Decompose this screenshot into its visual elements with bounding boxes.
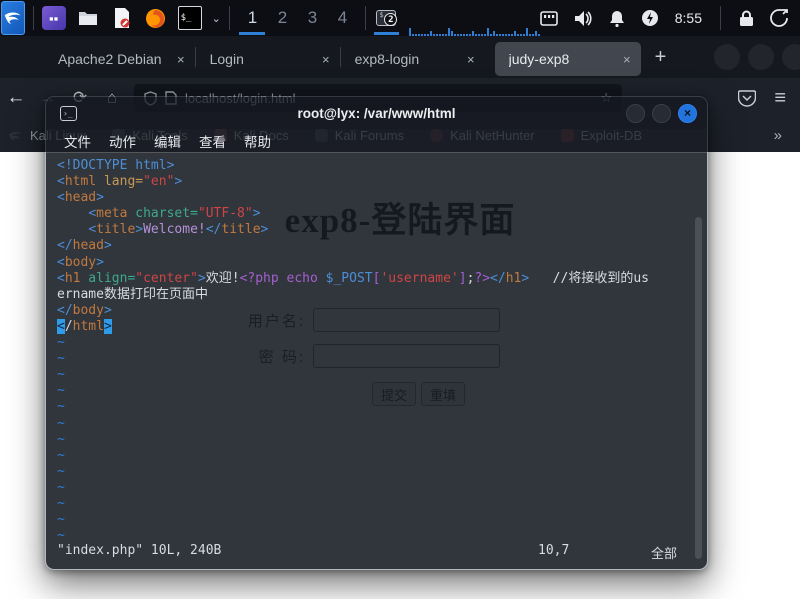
panel-separator — [33, 6, 34, 30]
logout-icon[interactable] — [770, 9, 788, 27]
notifications-bell-icon[interactable] — [609, 10, 625, 27]
terminal-code-line: <meta charset="UTF-8"> — [88, 206, 261, 222]
vim-file-info: "index.php" 10L, 240B — [57, 543, 222, 558]
window-control-circle[interactable] — [748, 44, 774, 70]
terminal-titlebar[interactable]: ›_ root@lyx: /var/www/html × — [46, 97, 707, 129]
tab-close-icon[interactable]: × — [177, 52, 185, 67]
browser-window-controls — [714, 44, 800, 70]
terminal-code-line: <html lang="en"> — [57, 174, 183, 190]
firefox-icon[interactable] — [144, 6, 168, 30]
terminal-scrollbar[interactable] — [695, 217, 702, 559]
kali-linux-favicon — [9, 131, 22, 142]
panel-separator — [720, 6, 721, 30]
bookmarks-overflow-chevron[interactable]: » — [774, 127, 800, 144]
tab-login[interactable]: Login × — [196, 42, 340, 76]
minimize-button[interactable] — [626, 103, 645, 123]
terminal-code-line: <body> — [57, 254, 104, 270]
volume-icon[interactable] — [574, 10, 593, 27]
vim-empty-line-tilde: ~ — [57, 495, 65, 511]
back-button[interactable]: ← — [0, 87, 32, 109]
network-icon[interactable] — [539, 10, 558, 26]
tab-apache2[interactable]: Apache2 Debian D × — [44, 42, 195, 76]
vim-buffer: <!DOCTYPE html> <html lang="en"> <head> <m… — [57, 158, 707, 544]
tab-label: Login — [209, 51, 244, 67]
tab-close-icon[interactable]: × — [322, 52, 330, 67]
panel-separator — [365, 6, 367, 30]
terminal-window[interactable]: ›_ root@lyx: /var/www/html × 文件 动作 编辑 查看… — [45, 96, 708, 570]
maximize-button[interactable] — [652, 103, 671, 123]
vim-empty-line-tilde: ~ — [57, 367, 65, 383]
whisker-app-icon[interactable]: ▪▪ — [41, 6, 66, 30]
window-control-circle[interactable] — [782, 44, 800, 70]
terminal-menubar: 文件 动作 编辑 查看 帮助 — [46, 129, 707, 153]
workspace-4[interactable]: 4 — [327, 3, 357, 33]
file-manager-icon[interactable] — [76, 6, 100, 30]
vim-empty-line-tilde: ~ — [57, 479, 65, 495]
text-editor-icon[interactable] — [110, 6, 134, 30]
window-control-circle[interactable] — [714, 44, 740, 70]
close-button[interactable]: × — [678, 103, 697, 123]
workspace-switcher: 1 2 3 4 — [237, 3, 357, 35]
vim-empty-line-tilde: ~ — [57, 431, 65, 447]
tab-label: exp8-login — [354, 51, 420, 67]
desktop-panel: ▪▪ $_ ⌄ 1 2 3 4 $2 8:55 — [0, 0, 800, 36]
vim-statusline: "index.php" 10L, 240B 10,7 全部 — [57, 543, 687, 562]
terminal-code-line: <h1 align="center">欢迎!<?php echo $_POST[… — [57, 270, 649, 286]
kali-menu-button[interactable] — [1, 1, 25, 35]
menu-edit[interactable]: 编辑 — [151, 131, 184, 151]
vim-cursor-position: 10,7 — [538, 543, 570, 558]
menu-view[interactable]: 查看 — [196, 131, 229, 151]
vim-empty-line-tilde: ~ — [57, 528, 65, 544]
terminal-code-line: </head> — [57, 238, 112, 254]
terminal-title: root@lyx: /var/www/html — [297, 105, 456, 121]
clock[interactable]: 8:55 — [675, 10, 702, 26]
tab-label: Apache2 Debian D — [58, 51, 163, 67]
terminal-launcher-icon[interactable]: $_ — [177, 6, 202, 30]
tab-bar: Apache2 Debian D × Login × exp8-login × … — [0, 36, 800, 78]
new-tab-button[interactable]: + — [641, 46, 681, 69]
vim-empty-line-tilde: ~ — [57, 415, 65, 431]
terminal-screen[interactable]: <!DOCTYPE html> <html lang="en"> <head> <m… — [46, 153, 707, 569]
terminal-code-line: <!DOCTYPE html> — [57, 158, 175, 173]
pocket-icon[interactable] — [738, 89, 757, 107]
terminal-code-line: </html> — [57, 318, 112, 334]
taskbar-terminal-window-button[interactable]: $2 — [374, 3, 399, 35]
terminal-code-line: </body> — [57, 302, 112, 318]
vim-empty-line-tilde: ~ — [57, 512, 65, 528]
kali-logo-icon — [4, 12, 21, 25]
tab-close-icon[interactable]: × — [467, 52, 475, 67]
workspace-2[interactable]: 2 — [267, 3, 297, 33]
menu-file[interactable]: 文件 — [61, 131, 94, 151]
tab-close-icon[interactable]: × — [623, 52, 631, 67]
menu-help[interactable]: 帮助 — [241, 131, 274, 151]
vim-empty-line-tilde: ~ — [57, 447, 65, 463]
cpu-graph-widget — [408, 24, 540, 36]
workspace-3[interactable]: 3 — [297, 3, 327, 33]
terminal-code-line: <title>Welcome!</title> — [88, 222, 269, 238]
vim-empty-line-tilde: ~ — [57, 335, 65, 351]
vim-empty-line-tilde: ~ — [57, 383, 65, 399]
vim-empty-line-tilde: ~ — [57, 399, 65, 415]
power-manager-icon[interactable] — [641, 9, 659, 27]
terminal-code-line: ername数据打印在页面中 — [57, 286, 208, 302]
vim-scroll-indicator: 全部 — [650, 547, 677, 562]
vim-empty-line-tilde: ~ — [57, 351, 65, 367]
menu-hamburger-icon[interactable]: ≡ — [774, 87, 786, 110]
tab-label: judy-exp8 — [508, 51, 570, 67]
workspace-1[interactable]: 1 — [237, 3, 267, 35]
tab-exp8-login[interactable]: exp8-login × — [341, 42, 485, 76]
panel-separator — [228, 6, 230, 30]
terminal-code-line: <head> — [57, 190, 104, 206]
menu-actions[interactable]: 动作 — [106, 131, 139, 151]
vim-empty-line-tilde: ~ — [57, 463, 65, 479]
tab-judy-exp8[interactable]: judy-exp8 × — [494, 42, 641, 76]
window-count-badge: 2 — [384, 13, 398, 26]
launcher-dropdown-chevron-icon[interactable]: ⌄ — [212, 12, 221, 25]
lock-screen-icon[interactable] — [739, 10, 754, 27]
